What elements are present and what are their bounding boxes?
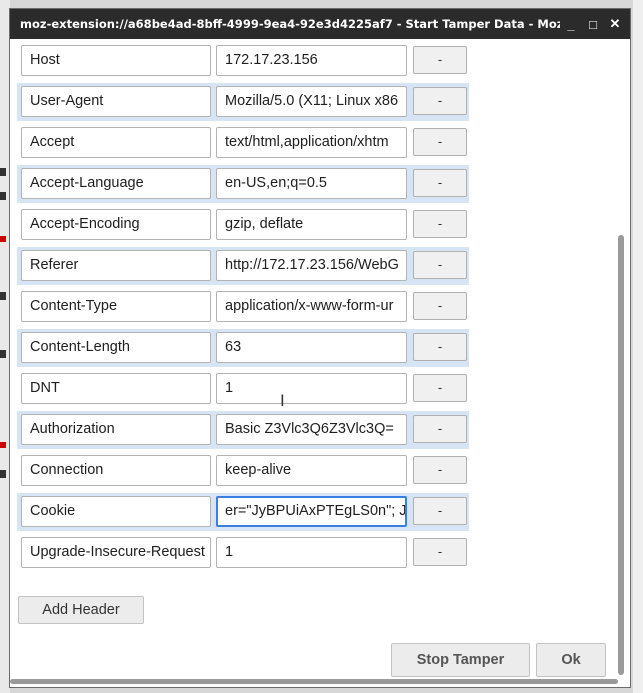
- header-row: Host 172.17.23.156-: [17, 42, 469, 80]
- header-name-field[interactable]: Content-Length: [21, 332, 211, 363]
- remove-header-button[interactable]: -: [413, 333, 467, 361]
- remove-header-button[interactable]: -: [413, 292, 467, 320]
- background-fragment: [0, 192, 6, 200]
- remove-header-button[interactable]: -: [413, 128, 467, 156]
- header-value-field[interactable]: text/html,application/xhtm: [216, 127, 407, 158]
- header-row: Upgrade-Insecure-Request 1-: [17, 534, 469, 572]
- header-row: Accept-Language en-US,en;q=0.5-: [17, 165, 469, 203]
- header-name-field[interactable]: Cookie: [21, 496, 211, 527]
- title-bar[interactable]: moz-extension://a68be4ad-8bff-4999-9ea4-…: [10, 9, 630, 39]
- add-header-button[interactable]: Add Header: [18, 596, 144, 624]
- remove-header-button[interactable]: -: [413, 87, 467, 115]
- header-row: Accept text/html,application/xhtm -: [17, 124, 469, 162]
- background-fragment: [0, 350, 6, 358]
- background-fragment: [0, 236, 6, 242]
- remove-header-button[interactable]: -: [413, 46, 467, 74]
- background-fragment: [0, 292, 6, 300]
- minimize-icon[interactable]: _: [560, 9, 582, 39]
- remove-header-button[interactable]: -: [413, 497, 467, 525]
- header-name-field[interactable]: Connection: [21, 455, 211, 486]
- header-row: Connection keep-alive -: [17, 452, 469, 490]
- header-name-field[interactable]: Accept-Encoding: [21, 209, 211, 240]
- header-name-field[interactable]: Content-Type: [21, 291, 211, 322]
- remove-header-button[interactable]: -: [413, 169, 467, 197]
- close-icon[interactable]: ✕: [604, 9, 626, 39]
- header-value-field[interactable]: application/x-www-form-ur: [216, 291, 407, 322]
- background-fragment: [0, 470, 6, 478]
- header-name-field[interactable]: Host: [21, 45, 211, 76]
- header-row: Accept-Encoding gzip, deflate -: [17, 206, 469, 244]
- stop-tamper-button[interactable]: Stop Tamper: [391, 643, 530, 677]
- remove-header-button[interactable]: -: [413, 374, 467, 402]
- header-name-field[interactable]: User-Agent: [21, 86, 211, 117]
- header-value-field[interactable]: keep-alive: [216, 455, 407, 486]
- header-row: Referer http://172.17.23.156/WebG -: [17, 247, 469, 285]
- header-value-field[interactable]: 63: [216, 332, 407, 363]
- header-value-field[interactable]: gzip, deflate: [216, 209, 407, 240]
- ok-button[interactable]: Ok: [536, 643, 606, 677]
- horizontal-scrollbar[interactable]: [10, 679, 618, 684]
- header-row: Content-Length 63-: [17, 329, 469, 367]
- background-fragment: [0, 442, 6, 448]
- remove-header-button[interactable]: -: [413, 456, 467, 484]
- maximize-icon[interactable]: □: [582, 9, 604, 39]
- window-title: moz-extension://a68be4ad-8bff-4999-9ea4-…: [20, 17, 560, 31]
- header-value-field[interactable]: Basic Z3Vlc3Q6Z3Vlc3Q=: [216, 414, 407, 445]
- background-fragment: [0, 168, 6, 176]
- header-name-field[interactable]: Referer: [21, 250, 211, 281]
- remove-header-button[interactable]: -: [413, 251, 467, 279]
- tamper-data-window: moz-extension://a68be4ad-8bff-4999-9ea4-…: [9, 8, 631, 688]
- vertical-scrollbar[interactable]: [618, 235, 624, 675]
- header-value-field[interactable]: 1: [216, 373, 407, 404]
- header-name-field[interactable]: DNT: [21, 373, 211, 404]
- remove-header-button[interactable]: -: [413, 538, 467, 566]
- header-row: Authorization Basic Z3Vlc3Q6Z3Vlc3Q= -: [17, 411, 469, 449]
- header-value-field[interactable]: 1: [216, 537, 407, 568]
- header-value-field[interactable]: er="JyBPUiAxPTEgLS0n"; J: [216, 496, 407, 527]
- header-row: Cookie er="JyBPUiAxPTEgLS0n"; J-: [17, 493, 469, 531]
- header-name-field[interactable]: Accept-Language: [21, 168, 211, 199]
- remove-header-button[interactable]: -: [413, 415, 467, 443]
- header-value-field[interactable]: http://172.17.23.156/WebG: [216, 250, 407, 281]
- header-name-field[interactable]: Authorization: [21, 414, 211, 445]
- remove-header-button[interactable]: -: [413, 210, 467, 238]
- header-name-field[interactable]: Upgrade-Insecure-Request: [21, 537, 211, 568]
- background-page-right: [633, 0, 643, 693]
- header-editor: Host 172.17.23.156- User-Agent Mozilla/5.0 …: [10, 39, 630, 687]
- header-value-field[interactable]: 172.17.23.156: [216, 45, 407, 76]
- text-cursor-icon: I: [280, 391, 285, 410]
- header-row: User-Agent Mozilla/5.0 (X11; Linux x86-: [17, 83, 469, 121]
- header-row: DNT 1-: [17, 370, 469, 408]
- header-value-field[interactable]: en-US,en;q=0.5: [216, 168, 407, 199]
- header-value-field[interactable]: Mozilla/5.0 (X11; Linux x86: [216, 86, 407, 117]
- header-row: Content-Type application/x-www-form-ur -: [17, 288, 469, 326]
- header-name-field[interactable]: Accept: [21, 127, 211, 158]
